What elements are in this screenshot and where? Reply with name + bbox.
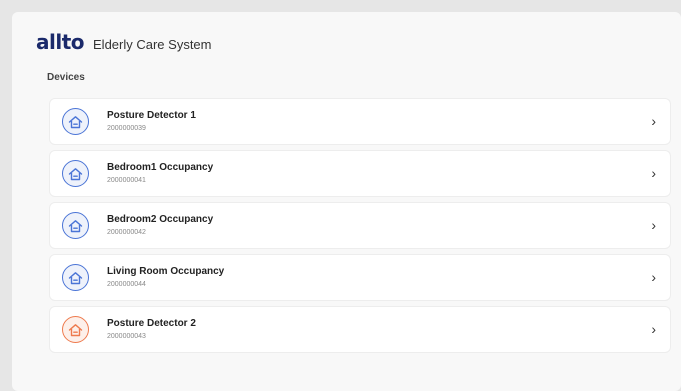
device-name: Posture Detector 1	[107, 110, 196, 121]
home-shield-icon	[62, 212, 89, 239]
device-name: Posture Detector 2	[107, 318, 196, 329]
device-name: Living Room Occupancy	[107, 266, 225, 277]
device-name: Bedroom1 Occupancy	[107, 162, 214, 173]
device-id: 2000000039	[107, 125, 146, 132]
device-id: 2000000043	[107, 333, 146, 340]
device-list: Posture Detector 1 2000000039 › Bedroom1…	[50, 99, 670, 359]
brand-logo: allto	[36, 30, 85, 54]
home-shield-icon	[62, 316, 89, 343]
device-row[interactable]: Bedroom1 Occupancy 2000000041 ›	[50, 151, 670, 196]
home-shield-icon	[62, 108, 89, 135]
chevron-right-icon: ›	[651, 165, 656, 181]
chevron-right-icon: ›	[651, 269, 656, 285]
app-header: allto Elderly Care System	[36, 30, 212, 54]
app-title: Elderly Care System	[93, 37, 212, 52]
device-row[interactable]: Posture Detector 1 2000000039 ›	[50, 99, 670, 144]
device-row[interactable]: Bedroom2 Occupancy 2000000042 ›	[50, 203, 670, 248]
chevron-right-icon: ›	[651, 113, 656, 129]
device-id: 2000000044	[107, 281, 146, 288]
devices-section-label: Devices	[47, 72, 85, 83]
device-name: Bedroom2 Occupancy	[107, 214, 214, 225]
chevron-right-icon: ›	[651, 217, 656, 233]
device-id: 2000000041	[107, 177, 146, 184]
main-panel: allto Elderly Care System Devices Postur…	[12, 12, 681, 391]
home-shield-icon	[62, 264, 89, 291]
device-row[interactable]: Posture Detector 2 2000000043 ›	[50, 307, 670, 352]
device-id: 2000000042	[107, 229, 146, 236]
device-row[interactable]: Living Room Occupancy 2000000044 ›	[50, 255, 670, 300]
home-shield-icon	[62, 160, 89, 187]
chevron-right-icon: ›	[651, 321, 656, 337]
